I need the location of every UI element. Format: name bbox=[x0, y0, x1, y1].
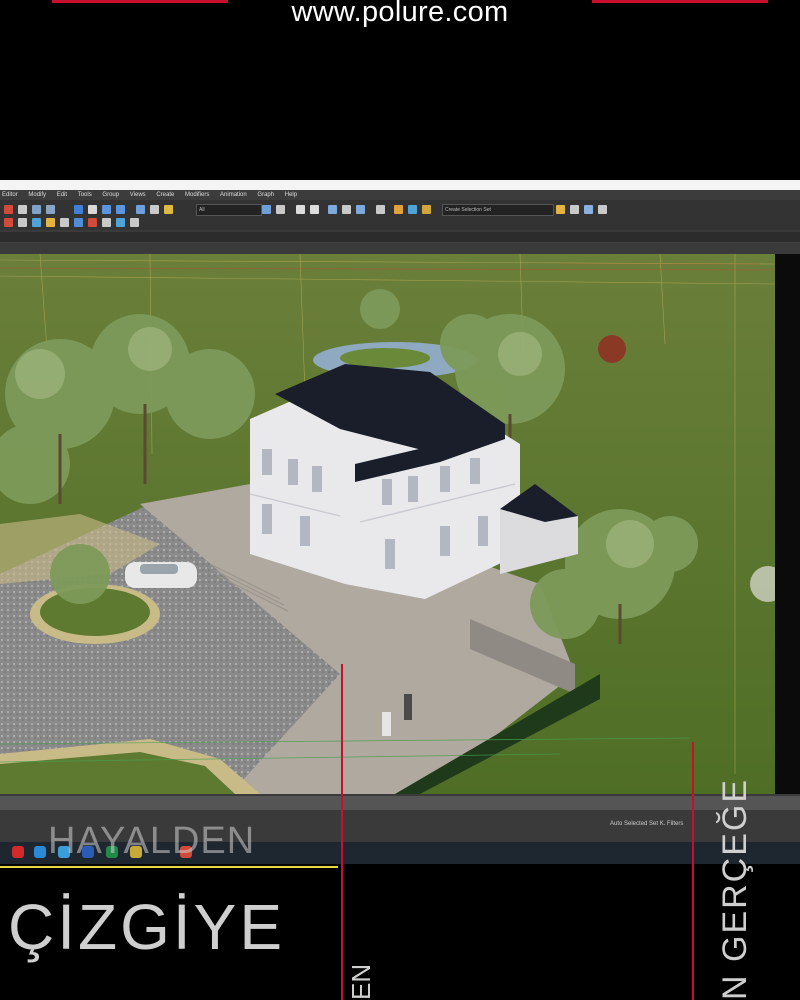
main-toolbar bbox=[0, 200, 800, 230]
menu-item[interactable]: Graph bbox=[257, 192, 274, 198]
percent-snap-icon[interactable] bbox=[164, 205, 173, 214]
active-shade-icon[interactable] bbox=[570, 205, 579, 214]
small-tool-icon[interactable] bbox=[102, 218, 111, 227]
overlay-word-hayalden: HAYALDEN bbox=[48, 820, 256, 862]
environment-icon[interactable] bbox=[422, 205, 431, 214]
teapot-icon[interactable] bbox=[408, 205, 417, 214]
batch-render-icon[interactable] bbox=[584, 205, 593, 214]
small-tool-icon[interactable] bbox=[88, 218, 97, 227]
ribbon-strip bbox=[0, 232, 800, 243]
small-tool-icon[interactable] bbox=[116, 218, 125, 227]
menu-item[interactable]: Animation bbox=[220, 192, 247, 198]
move-icon[interactable] bbox=[88, 205, 97, 214]
unlink-icon[interactable] bbox=[46, 205, 55, 214]
vertical-red-line bbox=[692, 742, 694, 1000]
accent-rule bbox=[0, 866, 338, 868]
website-url[interactable]: www.polure.com bbox=[0, 0, 800, 29]
ribbon-icon[interactable] bbox=[310, 205, 319, 214]
mirror-icon[interactable] bbox=[262, 205, 271, 214]
quick-render-icon[interactable] bbox=[556, 205, 565, 214]
small-tool-icon[interactable] bbox=[46, 218, 55, 227]
print-icon[interactable] bbox=[598, 205, 607, 214]
snap-icon[interactable] bbox=[136, 205, 145, 214]
small-tool-icon[interactable] bbox=[32, 218, 41, 227]
menu-item[interactable]: Modifiers bbox=[185, 192, 209, 198]
opera-icon[interactable] bbox=[12, 846, 24, 858]
menu-item[interactable]: Tools bbox=[78, 192, 92, 198]
selection-set-dropdown[interactable]: Create Selection Set bbox=[442, 204, 554, 216]
undo-icon[interactable] bbox=[4, 205, 13, 214]
small-tool-icon[interactable] bbox=[18, 218, 27, 227]
angle-snap-icon[interactable] bbox=[150, 205, 159, 214]
render-icon[interactable] bbox=[394, 205, 403, 214]
schematic-icon[interactable] bbox=[328, 205, 337, 214]
small-tool-icon[interactable] bbox=[60, 218, 69, 227]
menu-item[interactable]: Group bbox=[102, 192, 119, 198]
menu-item[interactable]: Modify bbox=[28, 192, 46, 198]
perspective-viewport[interactable] bbox=[0, 254, 775, 794]
villa-scene-render bbox=[0, 254, 775, 794]
3d-editor-window: Editor Modify Edit Tools Group Views Cre… bbox=[0, 180, 800, 864]
rotate-icon[interactable] bbox=[102, 205, 111, 214]
edge-icon[interactable] bbox=[34, 846, 46, 858]
layer-icon[interactable] bbox=[296, 205, 305, 214]
menu-item[interactable]: Create bbox=[156, 192, 174, 198]
material-editor-icon[interactable] bbox=[342, 205, 351, 214]
timeline-slider[interactable] bbox=[0, 796, 800, 810]
align-icon[interactable] bbox=[276, 205, 285, 214]
menu-item[interactable]: Editor bbox=[2, 192, 18, 198]
view-dropdown[interactable]: All bbox=[196, 204, 262, 216]
overlay-word-cizgiye: ÇİZGİYE bbox=[8, 891, 286, 963]
select-icon[interactable] bbox=[74, 205, 83, 214]
window-top-edge bbox=[0, 180, 800, 190]
vertical-red-line bbox=[341, 664, 343, 1000]
menu-item[interactable]: Edit bbox=[57, 192, 67, 198]
command-panel[interactable] bbox=[775, 254, 800, 794]
overlay-word-en: EN bbox=[346, 963, 376, 1000]
menu-item[interactable]: Help bbox=[285, 192, 297, 198]
render-frame-icon[interactable] bbox=[376, 205, 385, 214]
small-tool-icon[interactable] bbox=[130, 218, 139, 227]
scale-icon[interactable] bbox=[116, 205, 125, 214]
redo-icon[interactable] bbox=[18, 205, 27, 214]
overlay-word-gercege: N GERÇEĞE bbox=[716, 777, 754, 1000]
link-icon[interactable] bbox=[32, 205, 41, 214]
animation-controls[interactable]: Auto Selected Set K. Filters bbox=[610, 821, 800, 831]
menu-item[interactable]: Views bbox=[130, 192, 146, 198]
small-tool-icon[interactable] bbox=[4, 218, 13, 227]
small-tool-icon[interactable] bbox=[74, 218, 83, 227]
render-setup-icon[interactable] bbox=[356, 205, 365, 214]
menu-bar: Editor Modify Edit Tools Group Views Cre… bbox=[0, 190, 800, 200]
